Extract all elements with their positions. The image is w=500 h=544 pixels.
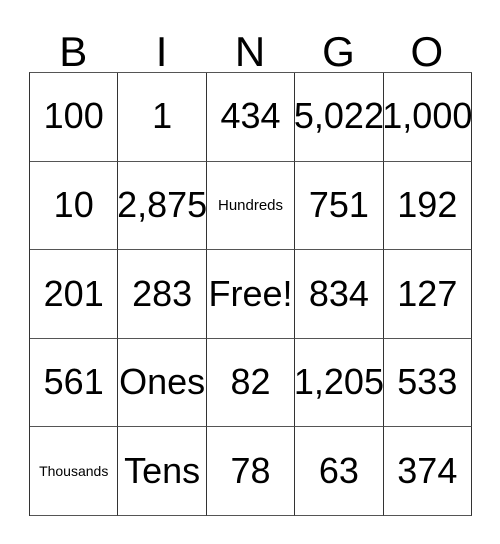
- bingo-cell-label: 1,000: [383, 95, 473, 137]
- bingo-cell[interactable]: Ones: [118, 338, 207, 428]
- bingo-cell-label: Hundreds: [217, 196, 284, 214]
- bingo-cell[interactable]: 283: [118, 250, 207, 339]
- bingo-cell-label: 1: [152, 95, 173, 137]
- bingo-cell-label: 434: [220, 95, 281, 137]
- bingo-header-n: N: [206, 20, 294, 72]
- bingo-cell[interactable]: 78: [206, 427, 296, 516]
- bingo-cell-label: 192: [397, 184, 458, 226]
- bingo-cell-label: 374: [397, 449, 458, 491]
- bingo-header-letter: I: [155, 27, 168, 75]
- bingo-cell[interactable]: 192: [383, 161, 473, 251]
- bingo-cell[interactable]: 1,000: [383, 73, 473, 162]
- bingo-header-g: G: [294, 20, 382, 72]
- bingo-cell-label: 201: [43, 272, 104, 314]
- bingo-cell-label: Tens: [124, 449, 201, 491]
- bingo-cell-label: 5,022: [295, 95, 384, 137]
- bingo-cell[interactable]: 10: [30, 161, 119, 251]
- bingo-header-letter: N: [234, 27, 266, 75]
- bingo-cell[interactable]: 434: [206, 73, 296, 162]
- bingo-cell[interactable]: 834: [295, 250, 384, 339]
- bingo-cell[interactable]: 374: [383, 427, 473, 516]
- bingo-row: 201 283 Free! 834 127: [30, 250, 473, 339]
- bingo-cell-label: 127: [397, 272, 458, 314]
- bingo-header-letter: B: [59, 27, 88, 75]
- bingo-header-row: B I N G O: [29, 20, 471, 72]
- bingo-cell[interactable]: 100: [30, 73, 119, 162]
- bingo-header-i: I: [117, 20, 205, 72]
- bingo-cell-label: 834: [308, 272, 369, 314]
- bingo-row: 100 1 434 5,022 1,000: [30, 73, 473, 162]
- bingo-cell-label: 561: [43, 361, 104, 403]
- bingo-cell[interactable]: 63: [295, 427, 384, 516]
- bingo-free-space-label: Free!: [208, 272, 293, 314]
- bingo-cell[interactable]: 751: [295, 161, 384, 251]
- bingo-cell[interactable]: 82: [206, 338, 296, 428]
- bingo-row: Thousands Tens 78 63 374: [30, 427, 473, 516]
- bingo-cell-label: 63: [318, 449, 359, 491]
- bingo-cell-label: 78: [230, 449, 271, 491]
- bingo-cell[interactable]: 1: [118, 73, 207, 162]
- bingo-cell[interactable]: 1,205: [295, 338, 384, 428]
- bingo-cell-label: 1,205: [295, 361, 384, 403]
- bingo-cell[interactable]: 201: [30, 250, 119, 339]
- bingo-cell[interactable]: 127: [383, 250, 473, 339]
- bingo-cell[interactable]: 561: [30, 338, 119, 428]
- bingo-cell[interactable]: Thousands: [30, 427, 119, 516]
- bingo-header-o: O: [383, 20, 471, 72]
- bingo-row: 561 Ones 82 1,205 533: [30, 338, 473, 428]
- bingo-row: 10 2,875 Hundreds 751 192: [30, 161, 473, 251]
- bingo-cell[interactable]: 533: [383, 338, 473, 428]
- bingo-header-b: B: [29, 20, 117, 72]
- bingo-cell-label: Thousands: [39, 463, 109, 480]
- bingo-cell[interactable]: 2,875: [118, 161, 207, 251]
- bingo-cell-free-space[interactable]: Free!: [206, 250, 296, 339]
- bingo-cell[interactable]: Tens: [118, 427, 207, 516]
- bingo-cell-label: Ones: [119, 361, 206, 403]
- bingo-cell-label: 100: [43, 95, 104, 137]
- bingo-cell-label: 533: [397, 361, 458, 403]
- bingo-header-letter: O: [410, 27, 444, 75]
- bingo-cell-label: 82: [230, 361, 271, 403]
- bingo-header-letter: G: [322, 27, 355, 75]
- bingo-cell-label: 283: [132, 272, 193, 314]
- bingo-grid: 100 1 434 5,022 1,000 10 2,875 Hundreds …: [29, 72, 473, 516]
- bingo-cell-label: 751: [308, 184, 369, 226]
- bingo-cell-label: 10: [53, 184, 94, 226]
- bingo-cell[interactable]: 5,022: [295, 73, 384, 162]
- bingo-card: B I N G O 100 1 434 5,022 1,000 10 2,875…: [29, 20, 473, 516]
- bingo-cell-label: 2,875: [118, 184, 207, 226]
- bingo-cell[interactable]: Hundreds: [206, 161, 296, 251]
